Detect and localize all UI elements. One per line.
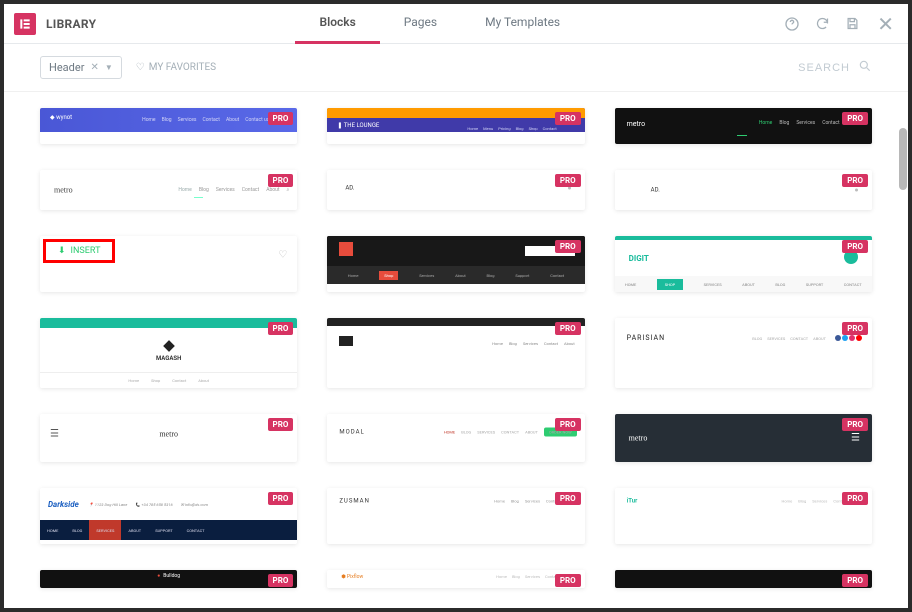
template-card[interactable]: PRO HomeBlogServicesContactAbout — [327, 318, 584, 388]
template-thumbnail: Bulldog — [40, 570, 297, 588]
dropdown-caret-icon: ▼ — [105, 63, 113, 72]
template-card[interactable]: PRO metroHomeBlogServicesContactAbout⌕ — [40, 170, 297, 210]
template-card[interactable]: PRO DIGIT HOMESHOPSERVICESABOUTBLOGSUPPO… — [615, 236, 872, 292]
template-thumbnail: HomeBlogServicesContactAbout — [327, 318, 584, 354]
template-thumbnail: metroHomeBlogServicesContactAbout⌕ — [40, 170, 297, 210]
template-card[interactable]: PRO PARISIANBLOGSERVICESCONTACTABOUT — [615, 318, 872, 388]
pro-badge: PRO — [555, 322, 581, 335]
template-thumbnail: metroHomeBlogServicesContactAbout — [615, 108, 872, 144]
template-card[interactable]: PRO metro☰ — [615, 414, 872, 462]
template-card-hover[interactable]: ⬇INSERT ♡ — [40, 236, 297, 292]
template-card[interactable]: PRO MAGASH HomeShopContactAbout — [40, 318, 297, 388]
tab-blocks[interactable]: Blocks — [295, 3, 379, 44]
template-card[interactable]: PRO ◆ wynotHomeBlogServicesContactAboutC… — [40, 108, 297, 144]
favorite-icon[interactable]: ♡ — [278, 250, 287, 261]
template-thumbnail: ⬢ PixflowHomeBlogServicesContactAbout — [327, 570, 584, 588]
tab-pages[interactable]: Pages — [380, 3, 461, 44]
menu-icon: ☰ — [50, 429, 59, 440]
template-card[interactable]: PRO ☰metro — [40, 414, 297, 462]
pro-badge: PRO — [268, 174, 294, 187]
template-thumbnail: MAGASH HomeShopContactAbout — [40, 318, 297, 388]
template-card[interactable]: PRO ZUSMANHomeBlogServicesContactAbout — [327, 488, 584, 544]
save-icon[interactable] — [843, 15, 861, 33]
clear-filter-icon[interactable]: ✕ — [90, 62, 98, 73]
scrollbar-thumb[interactable] — [899, 128, 907, 190]
pro-badge: PRO — [268, 322, 294, 335]
pro-badge: PRO — [268, 574, 294, 587]
template-thumbnail: ⬇INSERT ♡ — [40, 236, 297, 274]
search-icon[interactable] — [858, 58, 872, 77]
template-card[interactable]: PRO — [615, 570, 872, 588]
template-thumbnail: ◆ wynotHomeBlogServicesContactAboutConta… — [40, 108, 297, 132]
template-thumbnail: Darkside📍 1123 Dog Hill Lane📞 +34 785 65… — [40, 488, 297, 544]
filter-toolbar: Header ✕ ▼ ♡ MY FAVORITES — [4, 44, 908, 92]
tab-my-templates[interactable]: My Templates — [461, 3, 584, 44]
pro-badge: PRO — [555, 174, 581, 187]
my-favorites-button[interactable]: ♡ MY FAVORITES — [136, 62, 216, 73]
template-thumbnail: metro☰ — [615, 414, 872, 462]
pro-badge: PRO — [842, 322, 868, 335]
template-card[interactable]: PRO MODALHOMEBLOGSERVICESCONTACTABOUTORD… — [327, 414, 584, 462]
header-tabs: Blocks Pages My Templates — [96, 3, 783, 44]
help-icon[interactable] — [783, 15, 801, 33]
template-thumbnail: AD. — [615, 170, 872, 210]
template-card[interactable]: PRO Bulldog — [40, 570, 297, 588]
sync-icon[interactable] — [813, 15, 831, 33]
insert-icon: ⬇ — [58, 246, 66, 256]
my-favorites-label: MY FAVORITES — [149, 62, 216, 73]
template-card[interactable]: PRO ⬢ PixflowHomeBlogServicesContactAbou… — [327, 570, 584, 588]
pro-badge: PRO — [842, 574, 868, 587]
template-thumbnail: HomeShopServicesAboutBlogSupportContact — [327, 236, 584, 284]
pro-badge: PRO — [555, 492, 581, 505]
templates-scroll-area[interactable]: PRO ◆ wynotHomeBlogServicesContactAboutC… — [4, 92, 908, 608]
pro-badge: PRO — [555, 418, 581, 431]
category-dropdown[interactable]: Header ✕ ▼ — [40, 56, 122, 79]
template-thumbnail: iTurHomeBlogServicesContactAbout — [615, 488, 872, 514]
pro-badge: PRO — [268, 492, 294, 505]
pro-badge: PRO — [555, 112, 581, 125]
library-modal: LIBRARY Blocks Pages My Templates ✕ Head… — [4, 4, 908, 608]
search-input[interactable] — [730, 62, 850, 74]
search-wrap — [730, 58, 872, 77]
pro-badge: PRO — [842, 418, 868, 431]
pro-badge: PRO — [842, 174, 868, 187]
template-thumbnail: PARISIANBLOGSERVICESCONTACTABOUT — [615, 318, 872, 358]
pro-badge: PRO — [842, 112, 868, 125]
template-thumbnail: ❚ THE LOUNGEHomeMenuPricingBlogShopConta… — [327, 108, 584, 132]
template-card[interactable]: PRO Darkside📍 1123 Dog Hill Lane📞 +34 78… — [40, 488, 297, 544]
pro-badge: PRO — [268, 418, 294, 431]
templates-grid: PRO ◆ wynotHomeBlogServicesContactAboutC… — [4, 92, 908, 608]
header-actions: ✕ — [783, 12, 898, 36]
template-card[interactable]: PRO iTurHomeBlogServicesContactAbout — [615, 488, 872, 544]
menu-icon: ☰ — [851, 433, 860, 444]
modal-title: LIBRARY — [46, 17, 96, 31]
template-card[interactable]: PRO AD. — [615, 170, 872, 210]
elementor-logo-icon — [14, 13, 36, 35]
template-thumbnail — [615, 570, 872, 588]
template-thumbnail: MODALHOMEBLOGSERVICESCONTACTABOUTORDER N… — [327, 414, 584, 450]
pro-badge: PRO — [842, 492, 868, 505]
template-card[interactable]: PRO HomeShopServicesAboutBlogSupportCont… — [327, 236, 584, 292]
template-thumbnail: AD. — [327, 170, 584, 206]
close-icon[interactable]: ✕ — [873, 12, 898, 36]
template-thumbnail: DIGIT HOMESHOPSERVICESABOUTBLOGSUPPORTCO… — [615, 236, 872, 292]
insert-button[interactable]: ⬇INSERT — [43, 239, 115, 263]
pro-badge: PRO — [555, 240, 581, 253]
heart-icon: ♡ — [136, 62, 145, 73]
category-dropdown-label: Header — [49, 61, 84, 74]
template-card[interactable]: PRO metroHomeBlogServicesContactAbout — [615, 108, 872, 144]
pro-badge: PRO — [555, 574, 581, 587]
pro-badge: PRO — [268, 112, 294, 125]
template-thumbnail: ZUSMANHomeBlogServicesContactAbout — [327, 488, 584, 514]
modal-header: LIBRARY Blocks Pages My Templates ✕ — [4, 4, 908, 44]
pro-badge: PRO — [842, 240, 868, 253]
template-card[interactable]: PRO ❚ THE LOUNGEHomeMenuPricingBlogShopC… — [327, 108, 584, 144]
template-card[interactable]: PRO AD. — [327, 170, 584, 210]
template-thumbnail: ☰metro — [40, 414, 297, 454]
